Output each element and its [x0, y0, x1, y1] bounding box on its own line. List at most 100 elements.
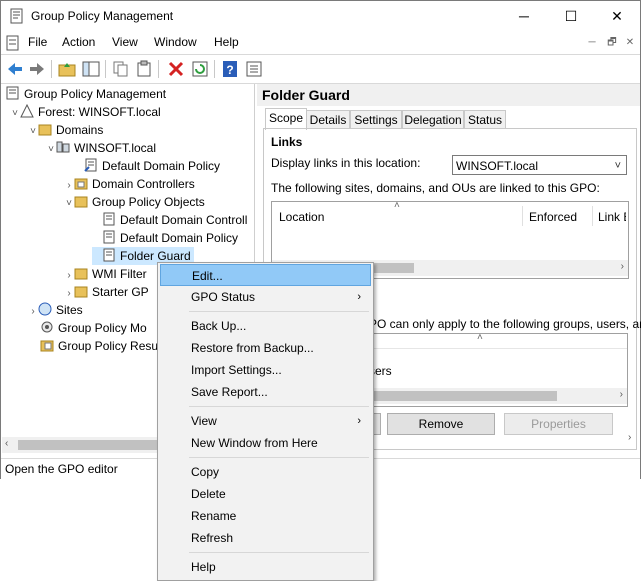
refresh-icon[interactable]	[191, 60, 209, 78]
forest-icon	[20, 104, 34, 118]
tree-item-default-domain-policy[interactable]: Default Domain Policy	[92, 229, 238, 247]
menu-separator	[189, 406, 369, 407]
menu-item-import[interactable]: Import Settings...	[160, 359, 371, 381]
tree-item-forest[interactable]: ˅ Forest: WINSOFT.local	[10, 103, 161, 121]
maximize-button[interactable]: ☐	[548, 1, 594, 31]
remove-button[interactable]: Remove	[387, 413, 495, 435]
tree-item-label: Group Policy Resu	[58, 339, 159, 353]
menu-file[interactable]: File	[28, 35, 47, 49]
status-text: Open the GPO editor	[5, 462, 118, 476]
tree-item-gpo-container[interactable]: ˅ Group Policy Objects	[64, 193, 205, 211]
mdi-close-button[interactable]: ✕	[622, 36, 638, 50]
menu-item-label: Help	[191, 560, 216, 574]
mdi-minimize-button[interactable]: ─	[584, 36, 600, 50]
scroll-right-icon[interactable]: ›	[621, 261, 624, 272]
tree-item-default-domain-policy-link[interactable]: Default Domain Policy	[74, 157, 220, 175]
back-arrow-icon[interactable]	[6, 60, 24, 78]
menu-item-edit[interactable]: Edit...	[160, 264, 371, 286]
location-combobox[interactable]: WINSOFT.local ˅	[452, 155, 627, 175]
menu-item-save-report[interactable]: Save Report...	[160, 381, 371, 403]
menu-item-back-up[interactable]: Back Up...	[160, 315, 371, 337]
submenu-arrow-icon: ›	[357, 291, 361, 303]
system-menu-icon[interactable]	[5, 35, 21, 51]
display-links-label: Display links in this location:	[271, 156, 421, 170]
column-link-enabled[interactable]: Link E	[598, 210, 626, 224]
column-enforced[interactable]: Enforced	[529, 210, 577, 224]
chevron-down-icon: ˅	[614, 160, 621, 172]
gpo-icon	[103, 248, 115, 262]
menu-item-label: New Window from Here	[191, 436, 318, 450]
tree-item-starter-gpos[interactable]: › Starter GP	[64, 283, 148, 301]
toolbar: ?	[1, 54, 640, 84]
security-filter-list[interactable]: ˄ sers ›	[369, 332, 628, 407]
menu-help[interactable]: Help	[214, 35, 239, 49]
collapse-icon[interactable]: ˅	[10, 105, 20, 123]
tree-item-domain-controllers[interactable]: › Domain Controllers	[64, 175, 194, 193]
expand-icon[interactable]: ›	[28, 303, 38, 321]
show-hide-tree-icon[interactable]	[82, 60, 100, 78]
scroll-thumb[interactable]	[18, 440, 168, 450]
collapse-icon[interactable]: ˅	[64, 195, 74, 213]
collapse-icon[interactable]: ˅	[46, 141, 56, 159]
menu-view[interactable]: View	[112, 35, 138, 49]
tree-item-domain[interactable]: ˅ WINSOFT.local	[46, 139, 156, 157]
close-icon: ✕	[611, 7, 623, 24]
paste-icon[interactable]	[135, 60, 153, 78]
context-menu: Edit... GPO Status › Back Up... Restore f…	[157, 262, 374, 581]
menu-item-label: Restore from Backup...	[191, 341, 314, 355]
mdi-restore-button[interactable]: 🗗	[604, 36, 620, 50]
tab-details[interactable]: Details	[306, 110, 350, 129]
gpm-icon	[6, 86, 19, 100]
menu-item-delete[interactable]: Delete	[160, 483, 371, 505]
collapse-icon[interactable]: ˅	[28, 123, 38, 141]
menu-item-view[interactable]: View ›	[160, 410, 371, 432]
menu-action[interactable]: Action	[62, 35, 95, 49]
menu-item-label: Save Report...	[191, 385, 268, 399]
properties-button: Properties	[504, 413, 613, 435]
tab-scope[interactable]: Scope	[265, 108, 307, 130]
menu-item-label: Refresh	[191, 531, 234, 545]
close-button[interactable]: ✕	[594, 1, 640, 31]
folder-icon	[74, 268, 88, 280]
tab-status[interactable]: Status	[464, 110, 506, 129]
tree-item-label: Group Policy Mo	[58, 321, 147, 335]
menu-item-help[interactable]: Help	[160, 556, 371, 578]
tree-item-default-dc-policy[interactable]: Default Domain Controll	[92, 211, 247, 229]
tree-item-domains[interactable]: ˅ Domains	[28, 121, 103, 139]
menu-item-rename[interactable]: Rename	[160, 505, 371, 527]
menu-item-label: Edit...	[192, 269, 223, 283]
tree-item-wmi-filters[interactable]: › WMI Filter	[64, 265, 146, 283]
tree-item-sites[interactable]: › Sites	[28, 301, 83, 319]
tree-item-gpm[interactable]: Group Policy Management	[6, 85, 166, 103]
menu-item-new-window[interactable]: New Window from Here	[160, 432, 371, 454]
menu-window[interactable]: Window	[154, 35, 197, 49]
tree-item-label: Default Domain Controll	[120, 213, 248, 227]
security-filtering-description: PO can only apply to the following group…	[369, 317, 641, 331]
menu-item-restore[interactable]: Restore from Backup...	[160, 337, 371, 359]
properties-icon[interactable]	[245, 60, 263, 78]
tree-item-gp-modeling[interactable]: Group Policy Mo	[40, 319, 147, 337]
tab-delegation[interactable]: Delegation	[402, 110, 464, 129]
minimize-button[interactable]: ─	[501, 1, 547, 31]
scroll-left-icon[interactable]: ‹	[5, 438, 8, 449]
up-folder-icon[interactable]	[58, 60, 76, 78]
menu-item-label: View	[191, 414, 217, 428]
gpo-link-icon	[84, 158, 97, 172]
menu-item-label: Back Up...	[191, 319, 247, 333]
column-location[interactable]: Location	[279, 210, 324, 224]
tab-settings[interactable]: Settings	[350, 110, 402, 129]
menu-item-copy[interactable]: Copy	[160, 461, 371, 483]
scroll-right-icon[interactable]: ›	[628, 432, 631, 443]
menu-item-refresh[interactable]: Refresh	[160, 527, 371, 549]
tree-item-gp-results[interactable]: Group Policy Resu	[40, 337, 158, 355]
window-title: Group Policy Management	[31, 9, 174, 23]
delete-icon[interactable]	[167, 60, 185, 78]
scroll-right-icon[interactable]: ›	[620, 389, 623, 400]
menu-item-gpo-status[interactable]: GPO Status ›	[160, 286, 371, 308]
help-icon[interactable]: ?	[221, 60, 239, 78]
sort-up-icon: ˄	[477, 332, 483, 343]
copy-icon[interactable]	[112, 60, 130, 78]
forward-arrow-icon[interactable]	[28, 60, 46, 78]
scroll-thumb[interactable]	[369, 391, 557, 401]
filter-horizontal-scrollbar[interactable]: ›	[369, 388, 627, 404]
